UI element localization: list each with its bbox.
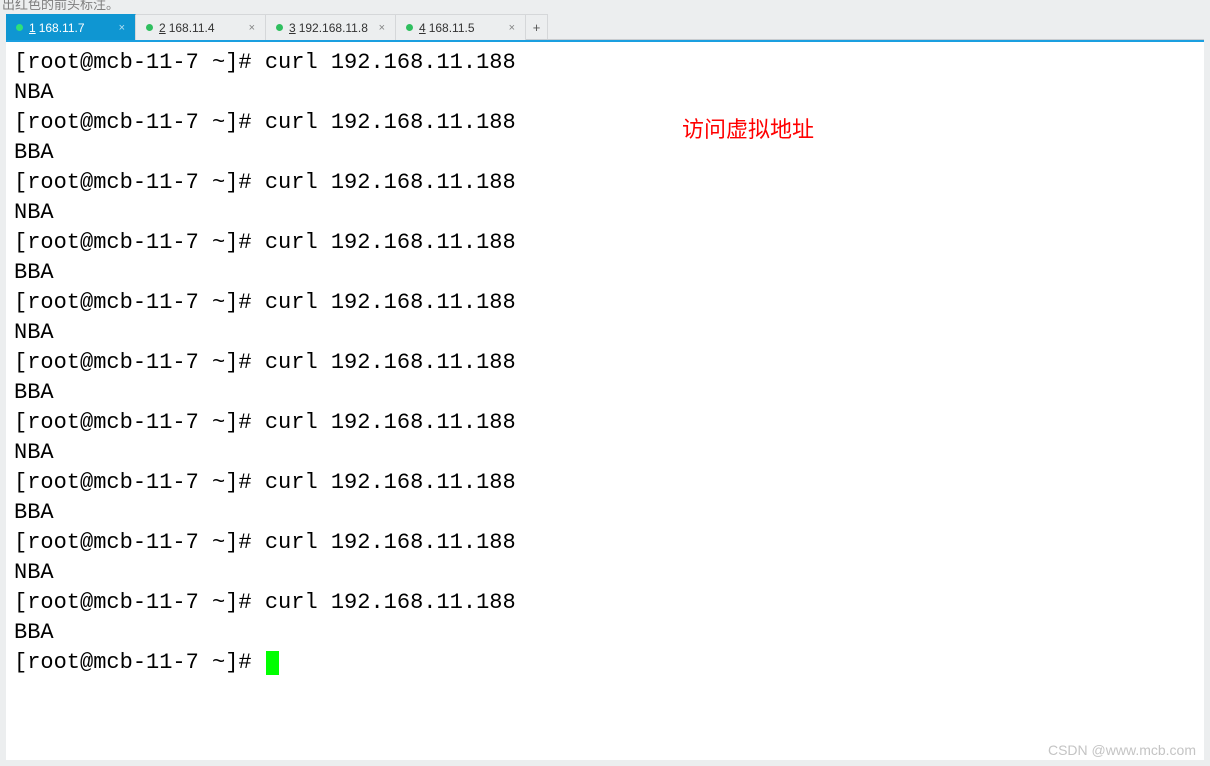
tab-label: 192.168.11.8 — [299, 21, 368, 35]
close-icon[interactable]: × — [239, 22, 255, 34]
terminal-cursor — [266, 651, 279, 675]
status-dot-icon — [406, 24, 413, 31]
status-dot-icon — [276, 24, 283, 31]
tab-number: 4 — [419, 21, 426, 35]
status-dot-icon — [16, 24, 23, 31]
terminal-pane[interactable]: [root@mcb-11-7 ~]# curl 192.168.11.188 N… — [6, 40, 1204, 760]
tab-label: 168.11.4 — [169, 21, 215, 35]
tab-2[interactable]: 2 168.11.4 × — [136, 14, 266, 40]
close-icon[interactable]: × — [369, 22, 385, 34]
tab-number: 2 — [159, 21, 166, 35]
page-context-fragment: 出红⾊的前头标注。 — [0, 0, 119, 13]
status-dot-icon — [146, 24, 153, 31]
watermark-text: CSDN @www.mcb.com — [1048, 742, 1196, 758]
terminal-output: [root@mcb-11-7 ~]# curl 192.168.11.188 N… — [6, 42, 1204, 686]
tab-1[interactable]: 1 168.11.7 × — [6, 14, 136, 40]
tab-number: 1 — [29, 21, 36, 35]
tab-bar: 1 168.11.7 × 2 168.11.4 × 3 192.168.11.8… — [6, 14, 1204, 40]
add-tab-button[interactable]: + — [526, 14, 548, 39]
tab-4[interactable]: 4 168.11.5 × — [396, 14, 526, 40]
tab-label: 168.11.5 — [429, 21, 475, 35]
close-icon[interactable]: × — [109, 22, 125, 34]
tab-label: 168.11.7 — [39, 21, 85, 35]
annotation-label: 访问虚拟地址 — [682, 112, 814, 144]
close-icon[interactable]: × — [499, 22, 515, 34]
tab-number: 3 — [289, 21, 296, 35]
tab-3[interactable]: 3 192.168.11.8 × — [266, 14, 396, 40]
